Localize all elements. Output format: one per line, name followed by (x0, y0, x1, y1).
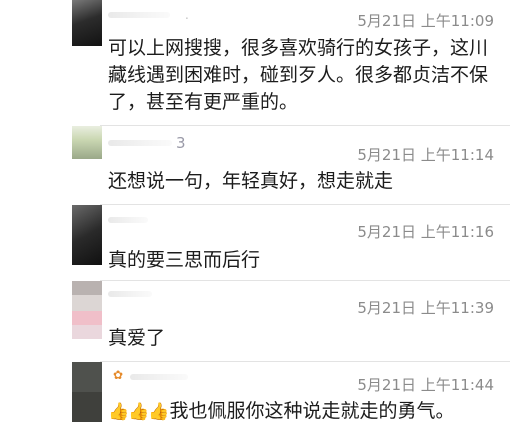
thumbs-up-icon: 👍👍👍 (108, 402, 170, 422)
username[interactable]: 3 (176, 134, 187, 152)
comment-text: 真爱了 (108, 327, 166, 349)
username[interactable]: . (172, 6, 190, 23)
avatar[interactable] (72, 126, 102, 159)
comment-text-body: 我也佩服你这种说走就走的勇气。 (169, 400, 455, 422)
timestamp: 5月21日 上午11:39 (357, 299, 494, 317)
comment-item[interactable]: . 5月21日 上午11:09 可以上网搜搜，很多喜欢骑行的女孩子，这川藏线遇到… (0, 0, 510, 125)
comment-item[interactable]: ✿ 5月21日 上午11:44 👍👍👍我也佩服你这种说走就走的勇气。 (0, 362, 510, 448)
avatar[interactable] (72, 205, 102, 265)
avatar[interactable] (72, 0, 102, 46)
comment-item[interactable]: 5月21日 上午11:39 真爱了 (0, 281, 510, 361)
avatar[interactable] (72, 362, 102, 422)
comment-item[interactable]: 3 5月21日 上午11:14 还想说一句，年轻真好，想走就走 (0, 126, 510, 204)
timestamp: 5月21日 上午11:44 (357, 376, 494, 394)
username-blurred (108, 140, 172, 146)
username-blurred (108, 291, 152, 297)
sprout-icon: ✿ (113, 368, 124, 382)
timestamp: 5月21日 上午11:14 (357, 146, 494, 164)
comment-feed: . 5月21日 上午11:09 可以上网搜搜，很多喜欢骑行的女孩子，这川藏线遇到… (0, 0, 510, 448)
comment-text: 真的要三思而后行 (108, 249, 261, 271)
username-blurred (108, 12, 170, 18)
timestamp: 5月21日 上午11:16 (357, 223, 494, 241)
username-blurred (130, 374, 188, 380)
username-blurred (108, 217, 148, 223)
avatar[interactable] (72, 281, 102, 339)
timestamp: 5月21日 上午11:09 (357, 12, 494, 30)
comment-text: 还想说一句，年轻真好，想走就走 (108, 170, 394, 192)
comment-text: 可以上网搜搜，很多喜欢骑行的女孩子，这川藏线遇到困难时，碰到歹人。很多都贞洁不保… (108, 37, 489, 113)
comment-text: 👍👍👍我也佩服你这种说走就走的勇气。 (108, 398, 500, 426)
comment-item[interactable]: 5月21日 上午11:16 真的要三思而后行 (0, 205, 510, 280)
